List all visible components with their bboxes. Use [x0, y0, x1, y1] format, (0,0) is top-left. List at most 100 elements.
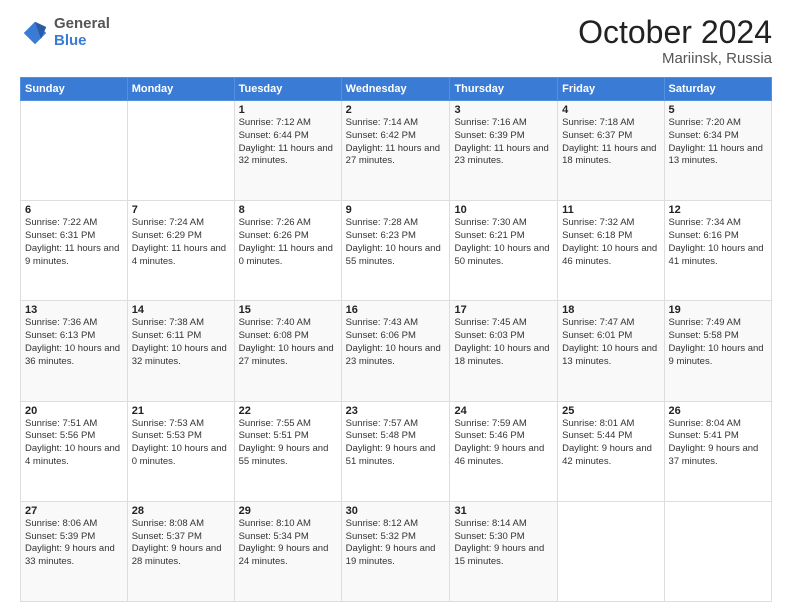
- daylight-text: Daylight: 10 hours and 41 minutes.: [669, 243, 764, 267]
- daylight-text: Daylight: 11 hours and 13 minutes.: [669, 143, 763, 167]
- sunrise-text: Sunrise: 7:57 AM: [346, 418, 418, 429]
- sunset-text: Sunset: 5:53 PM: [132, 430, 202, 441]
- table-row: 24 Sunrise: 7:59 AM Sunset: 5:46 PM Dayl…: [450, 401, 558, 501]
- day-number: 29: [239, 505, 337, 517]
- sunrise-text: Sunrise: 7:28 AM: [346, 217, 418, 228]
- sunrise-text: Sunrise: 7:14 AM: [346, 117, 418, 128]
- sunrise-text: Sunrise: 8:12 AM: [346, 518, 418, 529]
- sunrise-text: Sunrise: 7:36 AM: [25, 317, 97, 328]
- day-number: 24: [454, 405, 553, 417]
- daylight-text: Daylight: 9 hours and 42 minutes.: [562, 443, 652, 467]
- day-info: Sunrise: 7:18 AM Sunset: 6:37 PM Dayligh…: [562, 117, 659, 168]
- sunset-text: Sunset: 6:11 PM: [132, 330, 202, 341]
- daylight-text: Daylight: 10 hours and 55 minutes.: [346, 243, 441, 267]
- col-monday: Monday: [127, 78, 234, 101]
- sunrise-text: Sunrise: 8:06 AM: [25, 518, 97, 529]
- day-number: 1: [239, 104, 337, 116]
- table-row: 9 Sunrise: 7:28 AM Sunset: 6:23 PM Dayli…: [341, 201, 450, 301]
- day-number: 5: [669, 104, 767, 116]
- daylight-text: Daylight: 11 hours and 23 minutes.: [454, 143, 548, 167]
- sunrise-text: Sunrise: 7:59 AM: [454, 418, 526, 429]
- sunrise-text: Sunrise: 8:04 AM: [669, 418, 741, 429]
- table-row: 11 Sunrise: 7:32 AM Sunset: 6:18 PM Dayl…: [558, 201, 664, 301]
- sunrise-text: Sunrise: 8:10 AM: [239, 518, 311, 529]
- sunset-text: Sunset: 6:16 PM: [669, 230, 739, 241]
- day-number: 21: [132, 405, 230, 417]
- sunrise-text: Sunrise: 7:55 AM: [239, 418, 311, 429]
- table-row: 8 Sunrise: 7:26 AM Sunset: 6:26 PM Dayli…: [234, 201, 341, 301]
- sunrise-text: Sunrise: 7:40 AM: [239, 317, 311, 328]
- logo-blue: Blue: [54, 32, 87, 49]
- day-info: Sunrise: 7:32 AM Sunset: 6:18 PM Dayligh…: [562, 217, 659, 268]
- daylight-text: Daylight: 10 hours and 4 minutes.: [25, 443, 120, 467]
- day-info: Sunrise: 8:10 AM Sunset: 5:34 PM Dayligh…: [239, 518, 337, 569]
- logo-general: General: [54, 15, 110, 32]
- day-number: 25: [562, 405, 659, 417]
- day-number: 30: [346, 505, 446, 517]
- daylight-text: Daylight: 10 hours and 27 minutes.: [239, 343, 334, 367]
- sunset-text: Sunset: 5:48 PM: [346, 430, 416, 441]
- table-row: 13 Sunrise: 7:36 AM Sunset: 6:13 PM Dayl…: [21, 301, 128, 401]
- sunrise-text: Sunrise: 7:16 AM: [454, 117, 526, 128]
- col-sunday: Sunday: [21, 78, 128, 101]
- table-row: 14 Sunrise: 7:38 AM Sunset: 6:11 PM Dayl…: [127, 301, 234, 401]
- sunset-text: Sunset: 5:34 PM: [239, 531, 309, 542]
- calendar-week-row: 27 Sunrise: 8:06 AM Sunset: 5:39 PM Dayl…: [21, 501, 772, 601]
- table-row: 31 Sunrise: 8:14 AM Sunset: 5:30 PM Dayl…: [450, 501, 558, 601]
- sunrise-text: Sunrise: 7:32 AM: [562, 217, 634, 228]
- day-number: 3: [454, 104, 553, 116]
- daylight-text: Daylight: 11 hours and 32 minutes.: [239, 143, 333, 167]
- sunset-text: Sunset: 5:58 PM: [669, 330, 739, 341]
- daylight-text: Daylight: 11 hours and 4 minutes.: [132, 243, 226, 267]
- sunrise-text: Sunrise: 7:38 AM: [132, 317, 204, 328]
- day-info: Sunrise: 8:14 AM Sunset: 5:30 PM Dayligh…: [454, 518, 553, 569]
- daylight-text: Daylight: 9 hours and 15 minutes.: [454, 543, 544, 567]
- day-info: Sunrise: 7:28 AM Sunset: 6:23 PM Dayligh…: [346, 217, 446, 268]
- table-row: 16 Sunrise: 7:43 AM Sunset: 6:06 PM Dayl…: [341, 301, 450, 401]
- daylight-text: Daylight: 9 hours and 46 minutes.: [454, 443, 544, 467]
- table-row: 17 Sunrise: 7:45 AM Sunset: 6:03 PM Dayl…: [450, 301, 558, 401]
- table-row: 7 Sunrise: 7:24 AM Sunset: 6:29 PM Dayli…: [127, 201, 234, 301]
- day-info: Sunrise: 7:20 AM Sunset: 6:34 PM Dayligh…: [669, 117, 767, 168]
- day-info: Sunrise: 7:12 AM Sunset: 6:44 PM Dayligh…: [239, 117, 337, 168]
- title-month: October 2024: [578, 16, 772, 48]
- sunrise-text: Sunrise: 8:08 AM: [132, 518, 204, 529]
- day-info: Sunrise: 8:06 AM Sunset: 5:39 PM Dayligh…: [25, 518, 123, 569]
- table-row: 10 Sunrise: 7:30 AM Sunset: 6:21 PM Dayl…: [450, 201, 558, 301]
- sunset-text: Sunset: 5:56 PM: [25, 430, 95, 441]
- sunset-text: Sunset: 6:21 PM: [454, 230, 524, 241]
- sunset-text: Sunset: 5:51 PM: [239, 430, 309, 441]
- daylight-text: Daylight: 9 hours and 33 minutes.: [25, 543, 115, 567]
- col-tuesday: Tuesday: [234, 78, 341, 101]
- day-number: 10: [454, 204, 553, 216]
- daylight-text: Daylight: 9 hours and 28 minutes.: [132, 543, 222, 567]
- table-row: 23 Sunrise: 7:57 AM Sunset: 5:48 PM Dayl…: [341, 401, 450, 501]
- day-number: 15: [239, 304, 337, 316]
- daylight-text: Daylight: 10 hours and 50 minutes.: [454, 243, 549, 267]
- sunset-text: Sunset: 6:42 PM: [346, 130, 416, 141]
- daylight-text: Daylight: 11 hours and 9 minutes.: [25, 243, 119, 267]
- logo-text: General Blue: [54, 16, 110, 49]
- day-info: Sunrise: 7:45 AM Sunset: 6:03 PM Dayligh…: [454, 317, 553, 368]
- table-row: 4 Sunrise: 7:18 AM Sunset: 6:37 PM Dayli…: [558, 101, 664, 201]
- day-info: Sunrise: 8:04 AM Sunset: 5:41 PM Dayligh…: [669, 418, 767, 469]
- sunset-text: Sunset: 6:18 PM: [562, 230, 632, 241]
- sunset-text: Sunset: 5:32 PM: [346, 531, 416, 542]
- sunset-text: Sunset: 6:44 PM: [239, 130, 309, 141]
- sunrise-text: Sunrise: 7:18 AM: [562, 117, 634, 128]
- table-row: 25 Sunrise: 8:01 AM Sunset: 5:44 PM Dayl…: [558, 401, 664, 501]
- daylight-text: Daylight: 10 hours and 46 minutes.: [562, 243, 657, 267]
- sunset-text: Sunset: 5:44 PM: [562, 430, 632, 441]
- sunrise-text: Sunrise: 7:53 AM: [132, 418, 204, 429]
- day-info: Sunrise: 7:59 AM Sunset: 5:46 PM Dayligh…: [454, 418, 553, 469]
- table-row: [558, 501, 664, 601]
- day-number: 7: [132, 204, 230, 216]
- table-row: 20 Sunrise: 7:51 AM Sunset: 5:56 PM Dayl…: [21, 401, 128, 501]
- sunset-text: Sunset: 5:30 PM: [454, 531, 524, 542]
- calendar-week-row: 6 Sunrise: 7:22 AM Sunset: 6:31 PM Dayli…: [21, 201, 772, 301]
- day-info: Sunrise: 7:16 AM Sunset: 6:39 PM Dayligh…: [454, 117, 553, 168]
- sunset-text: Sunset: 5:46 PM: [454, 430, 524, 441]
- daylight-text: Daylight: 9 hours and 51 minutes.: [346, 443, 436, 467]
- sunrise-text: Sunrise: 7:43 AM: [346, 317, 418, 328]
- sunset-text: Sunset: 5:41 PM: [669, 430, 739, 441]
